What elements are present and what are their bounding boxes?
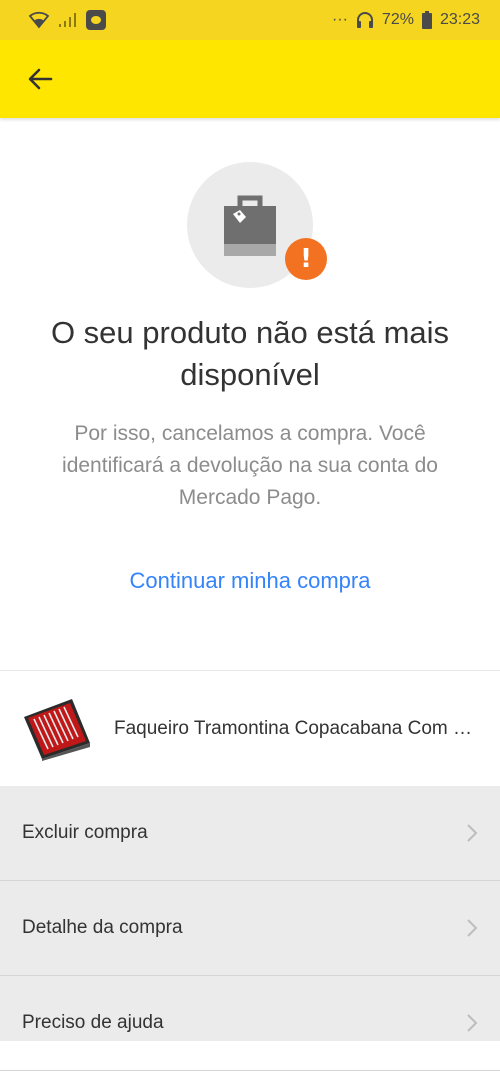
hero-illustration: !	[187, 162, 327, 288]
arrow-left-icon	[28, 68, 53, 90]
action-label: Detalhe da compra	[22, 917, 183, 938]
product-name: Faqueiro Tramontina Copacabana Com 100 P…	[114, 717, 474, 739]
need-help-item[interactable]: Preciso de ajuda	[0, 976, 500, 1071]
wifi-icon	[28, 11, 50, 29]
signal-icon	[59, 13, 76, 27]
headphones-icon	[356, 12, 373, 28]
action-label: Preciso de ajuda	[22, 1012, 164, 1033]
cutlery-set-image	[24, 698, 90, 761]
chevron-right-icon	[467, 824, 478, 842]
actions-list: Excluir compra Detalhe da compra Preciso…	[0, 786, 500, 1071]
page-title: O seu produto não está mais disponível	[50, 315, 450, 392]
shopping-bag-icon	[224, 195, 276, 256]
continue-purchase-link[interactable]: Continuar minha compra	[0, 568, 500, 594]
product-row[interactable]: Faqueiro Tramontina Copacabana Com 100 P…	[0, 670, 500, 786]
status-bar: ··· 72% 23:23	[0, 0, 500, 40]
action-label: Excluir compra	[22, 822, 148, 843]
page-description: Por isso, cancelamos a compra. Você iden…	[62, 422, 438, 509]
app-notification-icon	[86, 10, 106, 30]
battery-icon	[421, 11, 432, 29]
delete-purchase-item[interactable]: Excluir compra	[0, 786, 500, 881]
toolbar	[0, 40, 500, 118]
back-button[interactable]	[10, 49, 70, 109]
battery-level: 72%	[381, 11, 414, 28]
more-icon: ···	[331, 11, 348, 28]
purchase-details-item[interactable]: Detalhe da compra	[0, 881, 500, 976]
clock: 23:23	[439, 11, 480, 28]
chevron-right-icon	[467, 1014, 478, 1032]
hero-circle: !	[187, 162, 327, 288]
exclamation-icon: !	[285, 238, 327, 280]
chevron-right-icon	[467, 919, 478, 937]
status-bar-left	[28, 10, 106, 30]
status-bar-right: ··· 72% 23:23	[332, 11, 480, 29]
